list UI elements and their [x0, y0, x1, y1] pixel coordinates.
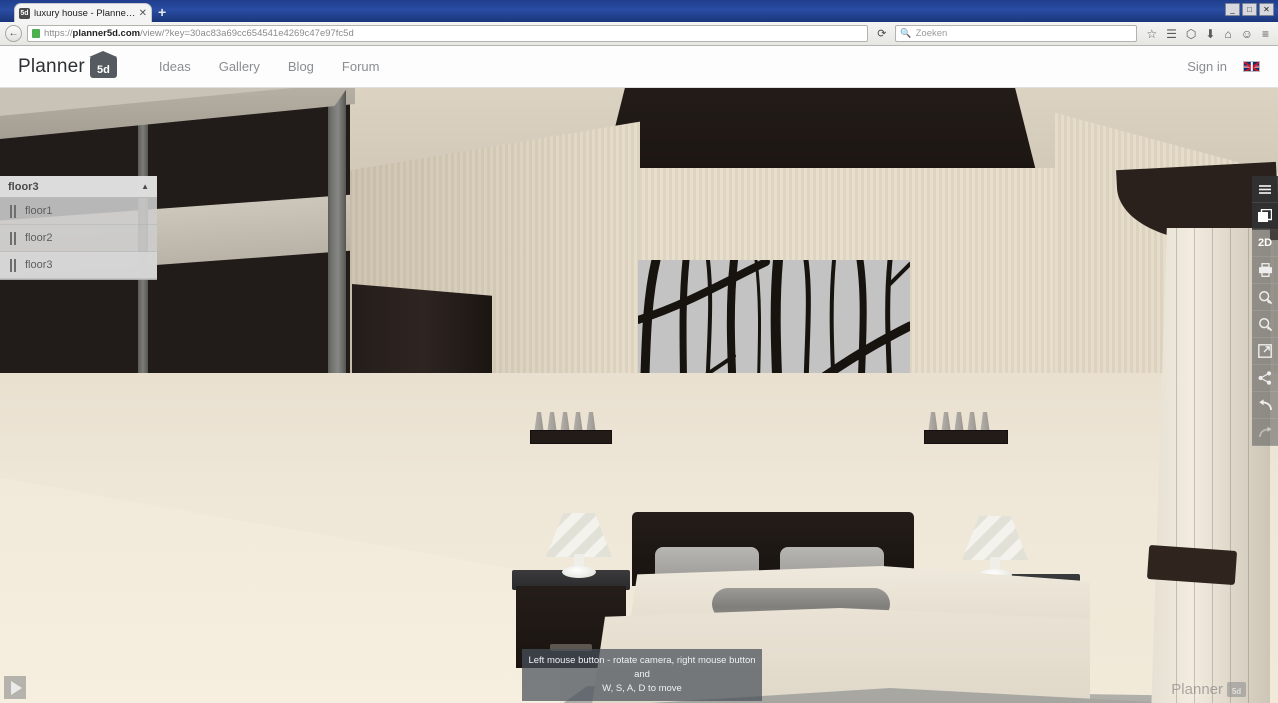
shelf-board: [924, 430, 1008, 444]
new-tab-button[interactable]: +: [158, 5, 166, 19]
fullscreen-icon[interactable]: [1252, 338, 1278, 365]
print-icon[interactable]: [1252, 257, 1278, 284]
watermark-badge: 5d: [1227, 682, 1246, 697]
chat-icon[interactable]: ☺: [1241, 28, 1253, 40]
uk-flag-icon[interactable]: [1243, 61, 1260, 72]
planner5d-watermark: Planner 5d: [1171, 681, 1246, 698]
sign-in-link[interactable]: Sign in: [1187, 59, 1227, 74]
hint-line-2: W, S, A, D to move: [602, 683, 682, 694]
redo-icon[interactable]: [1252, 419, 1278, 446]
browser-navigation-bar: ← https://planner5d.com/view/?key=30ac83…: [0, 22, 1278, 46]
close-window-button[interactable]: ✕: [1259, 3, 1274, 16]
browser-search-box[interactable]: 🔍 Zoeken: [895, 25, 1138, 42]
search-icon: 🔍: [900, 28, 912, 38]
drag-handle-icon[interactable]: [10, 231, 16, 245]
reading-list-icon[interactable]: ☰: [1166, 28, 1177, 40]
nav-item-forum[interactable]: Forum: [342, 59, 380, 74]
hint-line-1: Left mouse button - rotate camera, right…: [528, 655, 756, 680]
undo-icon[interactable]: [1252, 392, 1278, 419]
tab-title: luxury house - Planner 5D: [34, 7, 136, 19]
curtain-tieback: [1146, 544, 1238, 586]
shelf-board: [530, 430, 612, 444]
menu-icon[interactable]: [1252, 176, 1278, 203]
home-icon[interactable]: ⌂: [1224, 28, 1231, 40]
back-button[interactable]: ←: [5, 25, 22, 42]
viewport-hint-box: Left mouse button - rotate camera, right…: [522, 649, 762, 701]
maximize-button[interactable]: □: [1242, 3, 1257, 16]
floor-item-label: floor2: [25, 232, 53, 244]
share-icon[interactable]: [1252, 365, 1278, 392]
drag-handle-icon[interactable]: [10, 204, 16, 218]
url-text: https://planner5d.com/view/?key=30ac83a6…: [44, 28, 354, 39]
header-right-group: Sign in: [1187, 59, 1260, 74]
menu-hamburger-icon[interactable]: ≡: [1262, 28, 1269, 40]
nav-item-gallery[interactable]: Gallery: [219, 59, 260, 74]
floor-list-item-floor1[interactable]: floor1: [0, 198, 157, 225]
logo-word: Planner: [18, 55, 85, 77]
downloads-icon[interactable]: ⬇: [1205, 28, 1215, 40]
tab-favicon: 5d: [19, 7, 30, 19]
wall-shelf-left: [530, 404, 612, 444]
zoom-in-icon[interactable]: [1252, 284, 1278, 311]
search-placeholder: Zoeken: [915, 28, 948, 39]
wall-shelf-right: [924, 404, 1008, 444]
floor-item-label: floor3: [25, 259, 53, 271]
zoom-out-icon[interactable]: [1252, 311, 1278, 338]
logo-house-badge-icon: 5d: [89, 55, 117, 78]
collapse-caret-icon[interactable]: ▲: [141, 182, 149, 191]
planner5d-logo[interactable]: Planner 5d: [18, 55, 117, 78]
viewer-toolbar: 2D: [1252, 176, 1278, 446]
window-title-bar: 5d luxury house - Planner 5D ✕ + _ □ ✕: [0, 0, 1278, 22]
pocket-shield-icon[interactable]: ⬡: [1186, 28, 1196, 40]
site-navigation: Ideas Gallery Blog Forum: [159, 59, 380, 74]
watermark-word: Planner: [1171, 681, 1223, 698]
layers-copy-icon[interactable]: [1252, 203, 1278, 230]
tab-close-icon[interactable]: ✕: [139, 8, 147, 19]
bookmark-star-icon[interactable]: ☆: [1146, 28, 1157, 40]
table-lamp-base-left: [562, 566, 596, 578]
floor-list-item-floor2[interactable]: floor2: [0, 225, 157, 252]
browser-toolbar-icons: ☆ ☰ ⬡ ⬇ ⌂ ☺ ≡: [1142, 28, 1273, 40]
floor-list-item-floor3[interactable]: floor3: [0, 252, 157, 279]
view-2d-button[interactable]: 2D: [1252, 230, 1278, 257]
floors-panel-header: floor3 ▲: [0, 176, 157, 198]
window-controls: _ □ ✕: [1225, 3, 1274, 16]
floors-panel: floor3 ▲ floor1 floor2 floor3: [0, 176, 157, 280]
play-triangle-icon: [10, 680, 22, 695]
browser-window: 5d luxury house - Planner 5D ✕ + _ □ ✕ ←…: [0, 0, 1278, 703]
nav-item-ideas[interactable]: Ideas: [159, 59, 191, 74]
floors-panel-title: floor3: [8, 180, 39, 193]
site-header: Planner 5d Ideas Gallery Blog Forum Sign…: [0, 46, 1278, 88]
address-bar[interactable]: https://planner5d.com/view/?key=30ac83a6…: [27, 25, 869, 42]
browser-tab[interactable]: 5d luxury house - Planner 5D ✕: [14, 3, 152, 22]
nav-item-blog[interactable]: Blog: [288, 59, 314, 74]
lock-icon: [32, 29, 40, 38]
floor-item-label: floor1: [25, 205, 53, 217]
3d-viewport[interactable]: floor3 ▲ floor1 floor2 floor3 2D Left mo…: [0, 88, 1278, 703]
minimize-button[interactable]: _: [1225, 3, 1240, 16]
drag-handle-icon[interactable]: [10, 258, 16, 272]
reload-button[interactable]: ⟳: [873, 25, 890, 42]
play-walkthrough-button[interactable]: [4, 676, 26, 699]
